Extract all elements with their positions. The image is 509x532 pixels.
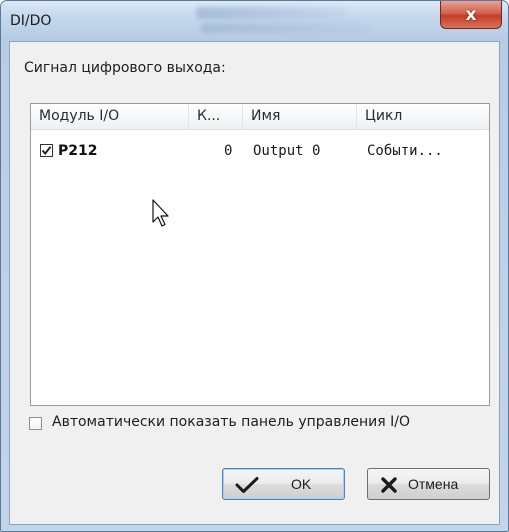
cell-cycle: Событи...: [367, 143, 443, 159]
background-blur: [201, 23, 371, 33]
auto-show-checkbox[interactable]: [29, 417, 42, 430]
column-header-module[interactable]: Модуль I/O: [31, 104, 189, 129]
cancel-button[interactable]: Отмена: [367, 468, 490, 500]
group-label: Сигнал цифрового выхода:: [24, 60, 226, 76]
close-icon: x: [465, 4, 477, 25]
cell-k: 0: [224, 143, 233, 159]
column-header-k[interactable]: К...: [189, 104, 243, 129]
checkmark-icon: [41, 146, 52, 155]
column-header-cycle[interactable]: Цикл: [357, 104, 489, 129]
list-item[interactable]: P212 0 Output 0 Событи...: [31, 139, 489, 163]
x-icon: [381, 477, 397, 493]
close-button[interactable]: x: [440, 1, 502, 29]
ok-button-label: OK: [291, 476, 312, 492]
title-bar[interactable]: DI/DO x: [1, 1, 508, 41]
row-checkbox[interactable]: [40, 144, 53, 157]
background-blur: [196, 7, 346, 19]
checkmark-icon: [235, 477, 259, 493]
list-header: Модуль I/O К... Имя Цикл: [31, 104, 489, 130]
auto-show-label[interactable]: Автоматически показать панель управления…: [52, 414, 410, 430]
mouse-pointer-icon: [152, 199, 169, 227]
window-title: DI/DO: [10, 13, 52, 29]
cancel-button-label: Отмена: [408, 476, 459, 492]
cell-module: P212: [58, 143, 98, 159]
signal-list[interactable]: Модуль I/O К... Имя Цикл P212 0 Output 0…: [30, 103, 490, 406]
cell-name: Output 0: [253, 143, 321, 159]
ok-button[interactable]: OK: [222, 468, 345, 500]
column-header-name[interactable]: Имя: [243, 104, 357, 129]
